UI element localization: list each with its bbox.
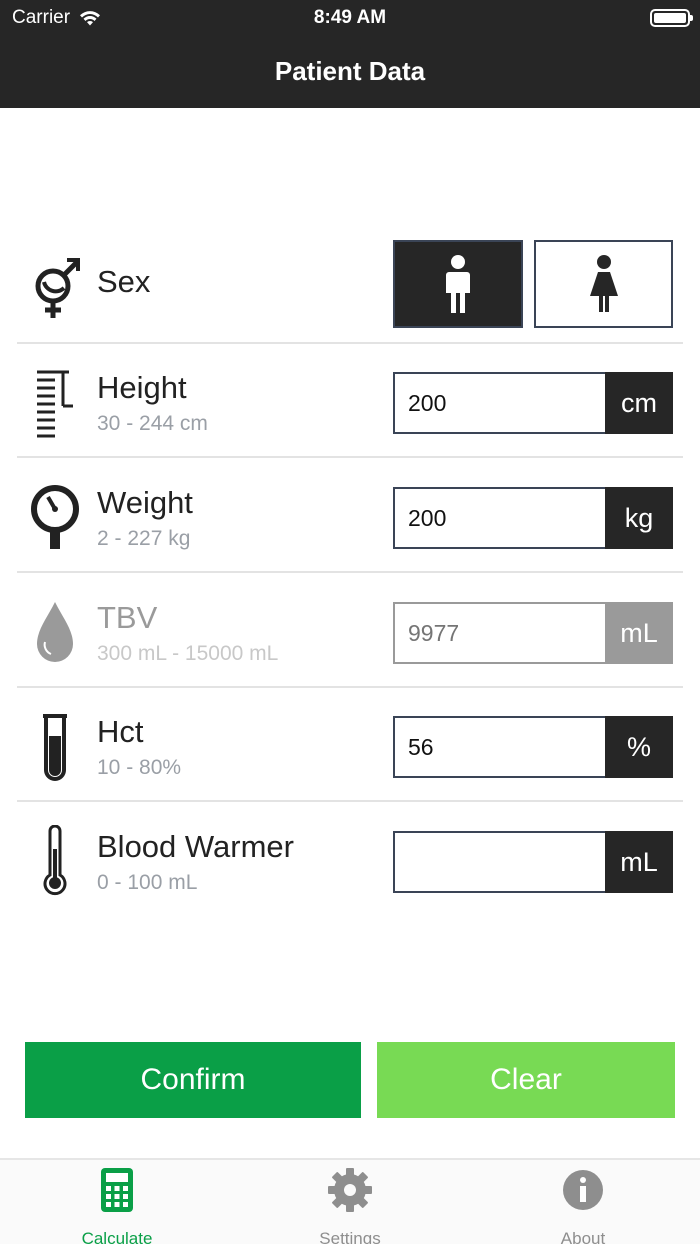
scale-gauge-icon (31, 485, 79, 549)
blood-warmer-input[interactable] (393, 831, 605, 893)
blood-warmer-row: Blood Warmer 0 - 100 mL mL (17, 803, 683, 917)
tab-calculate[interactable]: Calculate (37, 1166, 197, 1244)
status-bar: Carrier 8:49 AM (0, 0, 700, 36)
sex-label: Sex (97, 264, 151, 299)
hct-input-group: % (393, 716, 673, 778)
weight-input[interactable] (393, 487, 605, 549)
hct-unit: % (605, 716, 673, 778)
blood-warmer-label: Blood Warmer (97, 829, 294, 864)
hct-label: Hct (97, 714, 144, 749)
weight-input-group: kg (393, 487, 673, 549)
female-button[interactable] (534, 240, 673, 328)
tbv-input (393, 602, 605, 664)
tab-about-label: About (560, 1229, 606, 1244)
ruler-icon (37, 370, 73, 438)
gender-icon (35, 258, 80, 318)
clear-button[interactable]: Clear (377, 1042, 675, 1118)
weight-unit: kg (605, 487, 673, 549)
blood-warmer-range: 0 - 100 mL (97, 871, 198, 894)
male-button[interactable] (393, 240, 523, 328)
tbv-row: TBV 300 mL - 15000 mL mL (17, 574, 683, 688)
weight-label: Weight (97, 485, 193, 520)
male-icon (446, 255, 470, 313)
blood-warmer-input-group: mL (393, 831, 673, 893)
tbv-range: 300 mL - 15000 mL (97, 642, 279, 665)
page-title: Patient Data (274, 56, 426, 86)
hct-range: 10 - 80% (97, 756, 182, 779)
female-icon (589, 255, 618, 312)
weight-row: Weight 2 - 227 kg kg (17, 459, 683, 573)
battery-icon (650, 9, 693, 27)
clock: 8:49 AM (313, 7, 387, 28)
tab-about[interactable]: About (503, 1166, 663, 1244)
height-input[interactable] (393, 372, 605, 434)
sex-row: Sex (17, 230, 683, 344)
hct-row: Hct 10 - 80% % (17, 688, 683, 802)
tab-settings-label: Settings (319, 1229, 381, 1244)
tab-calculate-label: Calculate (81, 1229, 153, 1244)
test-tube-icon (43, 714, 67, 781)
height-input-group: cm (393, 372, 673, 434)
height-unit: cm (605, 372, 673, 434)
thermometer-icon (43, 825, 67, 896)
height-range: 30 - 244 cm (97, 412, 208, 435)
gear-icon (328, 1168, 372, 1212)
weight-range: 2 - 227 kg (97, 527, 191, 550)
calculator-icon (101, 1168, 133, 1212)
hct-input[interactable] (393, 716, 605, 778)
confirm-button[interactable]: Confirm (25, 1042, 361, 1118)
height-label: Height (97, 370, 187, 405)
tab-bar: Calculate Settings About (0, 1158, 700, 1244)
height-row: Height 30 - 244 cm cm (17, 344, 683, 458)
info-icon (563, 1170, 603, 1210)
tbv-unit: mL (605, 602, 673, 664)
tbv-input-group: mL (393, 602, 673, 664)
tbv-label: TBV (97, 600, 158, 635)
blood-warmer-unit: mL (605, 831, 673, 893)
navigation-bar: Carrier 8:49 AM Patient Data (0, 0, 700, 108)
tab-settings[interactable]: Settings (270, 1166, 430, 1244)
blood-drop-icon (37, 602, 73, 662)
